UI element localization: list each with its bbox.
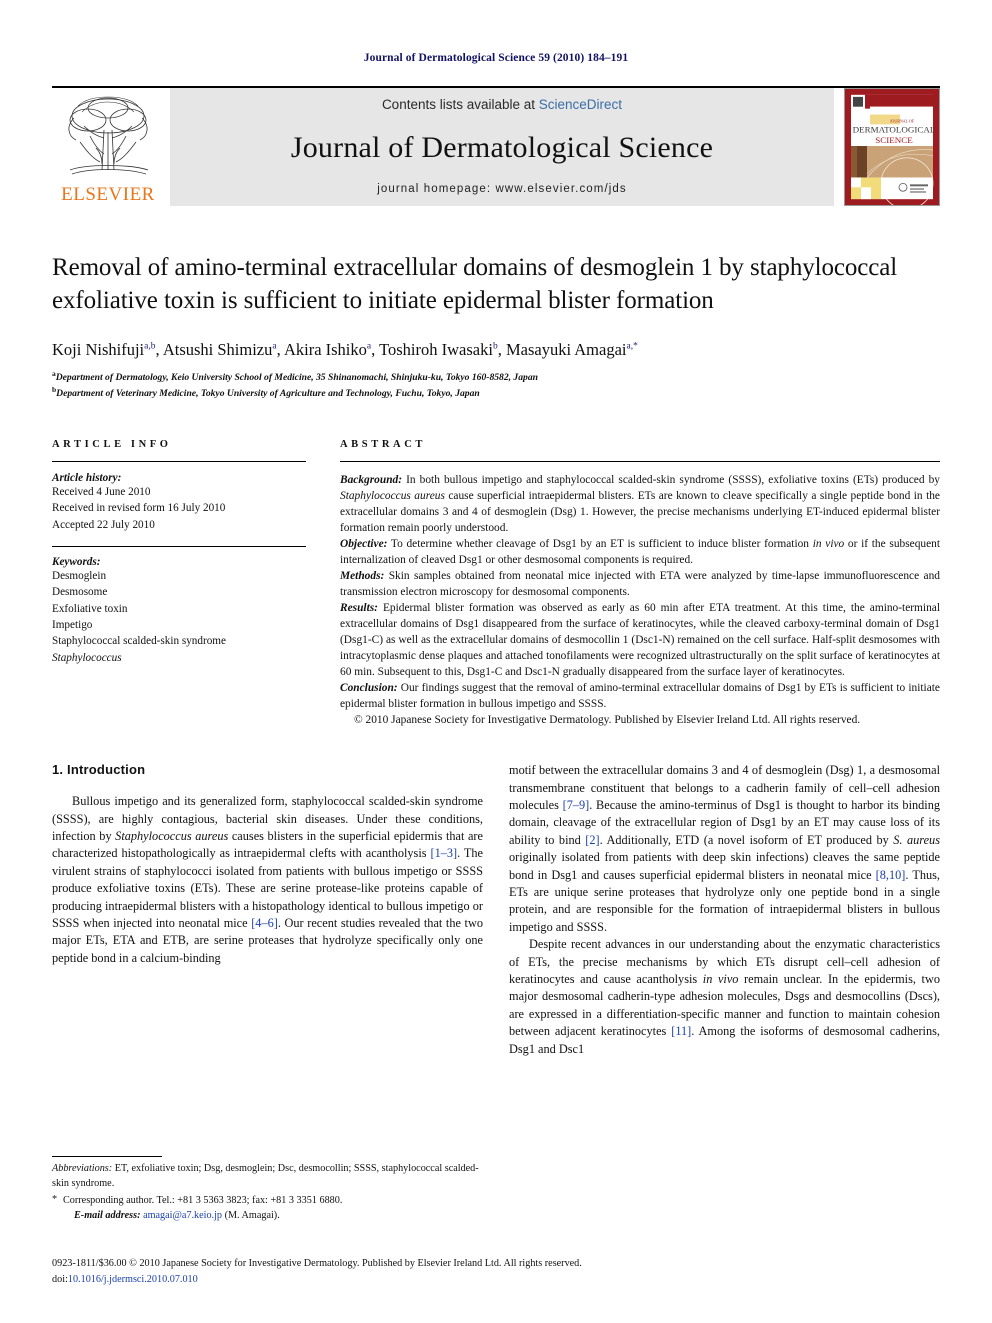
keyword-item: Desmoglein <box>52 570 107 583</box>
corresponding-author-text: Corresponding author. Tel.: +81 3 5363 3… <box>63 1195 343 1207</box>
paragraph: Despite recent advances in our understan… <box>509 937 940 1056</box>
section-heading-introduction: 1. Introduction <box>52 762 146 778</box>
abstract-results: Results: Epidermal blister formation was… <box>340 600 940 680</box>
abstract-heading: ABSTRACT <box>340 439 426 451</box>
intro-right-text: motif between the extracellular domains … <box>509 762 940 1058</box>
email-label: E-mail address: <box>74 1209 141 1221</box>
affiliation-a: aDepartment of Dermatology, Keio Univers… <box>52 369 940 385</box>
doi-prefix: doi: <box>52 1273 68 1285</box>
abstract-results-text: Epidermal blister formation was observed… <box>340 602 940 679</box>
running-head: Journal of Dermatological Science 59 (20… <box>363 52 629 64</box>
info-abstract-region: ARTICLE INFO Article history: Received 4… <box>52 439 940 728</box>
author-list: Koji Nishifujia,b, Atsushi Shimizua, Aki… <box>52 340 638 359</box>
article-history-received: Received 4 June 2010 <box>52 486 151 499</box>
article-history-accepted: Accepted 22 July 2010 <box>52 518 155 531</box>
email-note: E-mail address: amagai@a7.keio.jp (M. Am… <box>52 1209 482 1223</box>
column-gap <box>324 439 340 728</box>
svg-text:JOURNAL OF: JOURNAL OF <box>890 118 915 123</box>
article-page: Journal of Dermatological Science 59 (20… <box>0 0 992 1323</box>
footnotes-block: Abbreviations: ET, exfoliative toxin; Ds… <box>52 1156 482 1223</box>
abstract-conclusion: Conclusion: Our findings suggest that th… <box>340 680 940 712</box>
abstract-methods-text: Skin samples obtained from neonatal mice… <box>340 570 940 599</box>
affiliation-b: bDepartment of Veterinary Medicine, Toky… <box>52 385 940 401</box>
article-info-rule-top <box>52 461 306 463</box>
journal-cover-thumbnail[interactable]: JOURNAL OF DERMATOLOGICAL SCIENCE <box>844 88 940 206</box>
email-suffix: (M. Amagai). <box>222 1209 280 1221</box>
abstract-conclusion-text: Our findings suggest that the removal of… <box>340 682 940 711</box>
affiliation-b-text: Department of Veterinary Medicine, Tokyo… <box>56 388 480 400</box>
abstract-methods-label: Methods: <box>340 570 385 583</box>
issn-line: 0923-1811/$36.00 © 2010 Japanese Society… <box>52 1258 582 1270</box>
elsevier-wordmark: ELSEVIER <box>61 184 155 205</box>
page-title: Removal of amino-terminal extracellular … <box>52 254 898 314</box>
keywords-label: Keywords: <box>52 556 101 569</box>
article-info-column: ARTICLE INFO Article history: Received 4… <box>52 439 324 728</box>
keyword-item: Staphylococcus <box>52 651 122 664</box>
abstract-column: ABSTRACT Background: In both bullous imp… <box>340 439 940 728</box>
abbreviations-text: ET, exfoliative toxin; Dsg, desmoglein; … <box>52 1163 479 1189</box>
contents-prefix: Contents lists available at <box>381 97 539 112</box>
affiliation-list: aDepartment of Dermatology, Keio Univers… <box>52 369 940 401</box>
paragraph: Bullous impetigo and its generalized for… <box>52 794 484 965</box>
abbreviations-label: Abbreviations: <box>52 1163 113 1175</box>
issn-copyright-block: 0923-1811/$36.00 © 2010 Japanese Society… <box>52 1256 940 1287</box>
email-link[interactable]: amagai@a7.keio.jp <box>143 1210 222 1221</box>
doi-link[interactable]: 10.1016/j.jdermsci.2010.07.010 <box>68 1274 198 1285</box>
abbreviations-note: Abbreviations: ET, exfoliative toxin; Ds… <box>52 1162 482 1191</box>
abstract-background: Background: In both bullous impetigo and… <box>340 472 940 536</box>
abstract-conclusion-label: Conclusion: <box>340 682 398 695</box>
body-column-right: motif between the extracellular domains … <box>509 762 940 1058</box>
cover-art: JOURNAL OF DERMATOLOGICAL SCIENCE <box>845 89 939 205</box>
title-block: Removal of amino-terminal extracellular … <box>52 252 940 401</box>
article-history-label: Article history: <box>52 472 122 485</box>
abstract-background-label: Background: <box>340 474 403 487</box>
abstract-methods: Methods: Skin samples obtained from neon… <box>340 568 940 600</box>
body-column-left: 1. Introduction Bullous impetigo and its… <box>52 762 483 1058</box>
article-info-rule-mid <box>52 546 306 548</box>
elsevier-logo: ELSEVIER <box>52 88 164 206</box>
footnote-rule <box>52 1156 162 1158</box>
journal-masthead: ELSEVIER Contents lists available at Sci… <box>52 86 940 206</box>
affiliation-a-text: Department of Dermatology, Keio Universi… <box>55 372 538 384</box>
svg-text:DERMATOLOGICAL: DERMATOLOGICAL <box>853 124 936 134</box>
article-info-heading: ARTICLE INFO <box>52 439 172 451</box>
abstract-objective-text: To determine whether cleavage of Dsg1 by… <box>340 538 940 567</box>
abstract-rule <box>340 461 940 463</box>
keyword-item: Desmosome <box>52 586 108 599</box>
contents-available-line: Contents lists available at ScienceDirec… <box>382 97 622 112</box>
svg-text:SCIENCE: SCIENCE <box>875 135 912 145</box>
abstract-background-text: In both bullous impetigo and staphylococ… <box>340 474 940 535</box>
abstract-body: Background: In both bullous impetigo and… <box>340 472 940 728</box>
corresponding-author-star-icon: * <box>52 1194 58 1206</box>
paragraph: motif between the extracellular domains … <box>509 763 940 934</box>
corresponding-author-note: * Corresponding author. Tel.: +81 3 5363 … <box>52 1194 482 1208</box>
journal-title: Journal of Dermatological Science <box>290 130 714 164</box>
journal-band: Contents lists available at ScienceDirec… <box>170 88 834 206</box>
intro-left-text: Bullous impetigo and its generalized for… <box>52 793 483 967</box>
abstract-objective-label: Objective: <box>340 538 388 551</box>
article-history-revised: Received in revised form 16 July 2010 <box>52 502 226 515</box>
abstract-copyright: © 2010 Japanese Society for Investigativ… <box>354 714 861 727</box>
elsevier-tree-icon <box>68 96 149 175</box>
journal-homepage-link[interactable]: journal homepage: www.elsevier.com/jds <box>377 183 627 195</box>
abstract-results-label: Results: <box>340 602 378 615</box>
abstract-objective: Objective: To determine whether cleavage… <box>340 536 940 568</box>
sciencedirect-link[interactable]: ScienceDirect <box>539 97 622 112</box>
keyword-item: Exfoliative toxin <box>52 602 128 615</box>
keyword-item: Staphylococcal scalded-skin syndrome <box>52 635 226 648</box>
keyword-item: Impetigo <box>52 619 93 632</box>
body-columns: 1. Introduction Bullous impetigo and its… <box>52 762 940 1058</box>
doi-line: doi:10.1016/j.jdermsci.2010.07.010 <box>52 1272 940 1287</box>
